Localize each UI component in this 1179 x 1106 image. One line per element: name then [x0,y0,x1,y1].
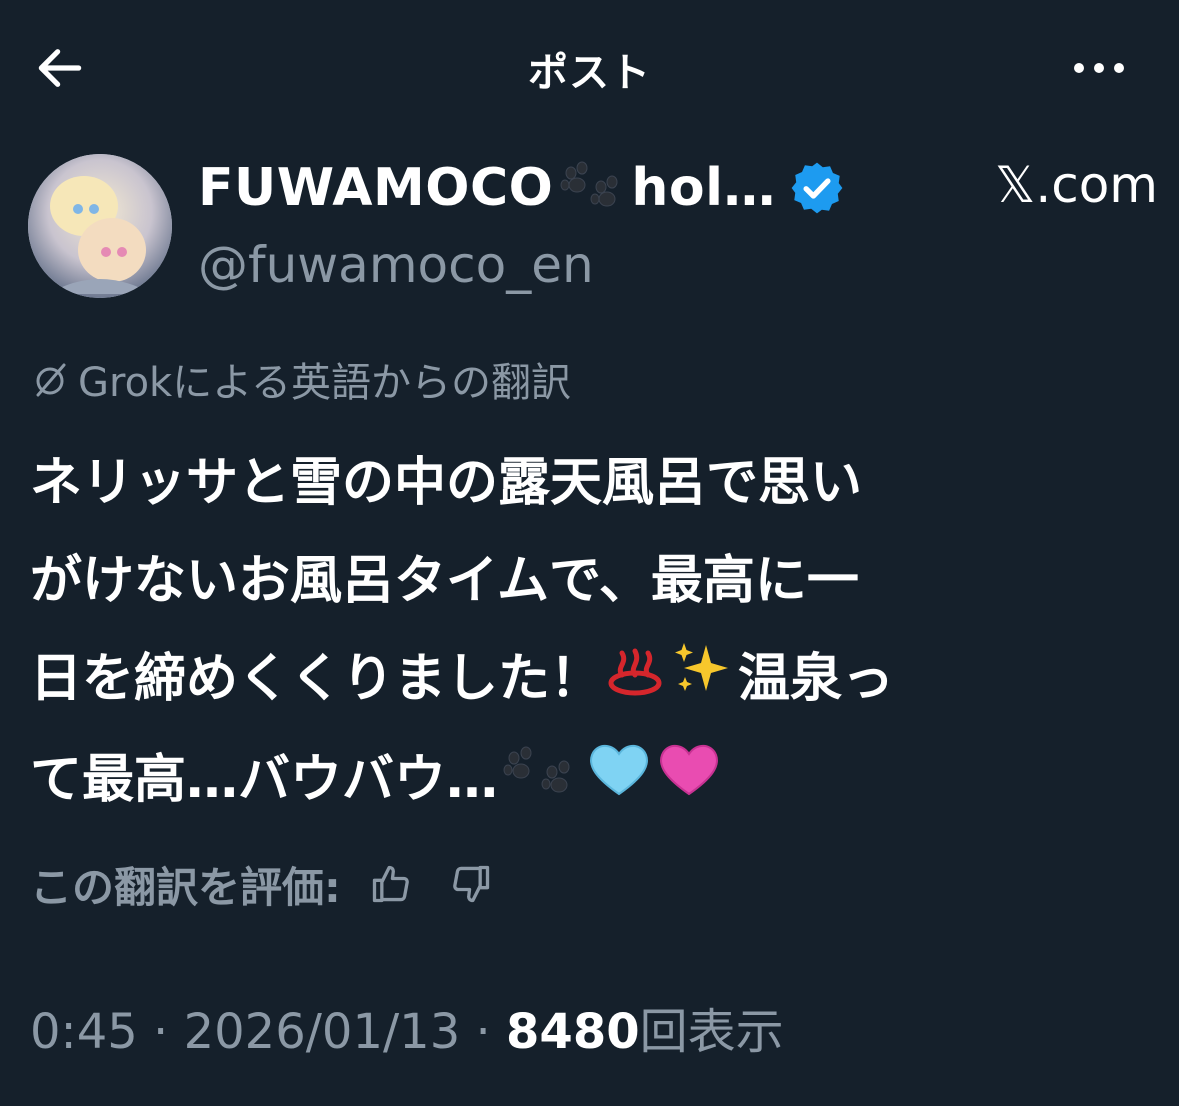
paw-emoji-icon [557,161,627,215]
meta-separator: · [460,1004,507,1060]
verified-badge-icon [788,159,846,217]
paw-emoji-icon [500,734,582,832]
tweet-line-text: 日を締めくくりました！ [30,649,603,709]
views-count: 8480 [506,1004,640,1060]
rate-translation-label: この翻訳を評価: [30,862,341,912]
more-horizontal-icon [1074,63,1124,73]
tweet-line: ネリッサと雪の中の露天風呂で思い [30,453,863,513]
thumbs-down-icon [452,865,489,903]
thumbs-up-button[interactable] [361,854,421,914]
post-date[interactable]: 2026/01/13 [184,1004,461,1060]
more-options-button[interactable] [1059,40,1139,96]
user-handle[interactable]: @fuwamoco_en [198,236,594,294]
display-name-row[interactable]: FUWAMOCO hol… [198,150,846,226]
tweet-line: 日を締めくくりました！ 温泉っ [30,630,1150,731]
light-blue-heart-emoji-icon [586,734,652,832]
tweet-line-text: て最高…バウバウ… [30,750,499,810]
tweet-line-text: 温泉っ [738,649,895,709]
views-label: 回表示 [639,1004,784,1060]
hot-springs-emoji-icon [604,633,666,731]
pink-heart-emoji-icon [656,734,722,832]
translation-label-text: Grokによる英語からの翻訳 [78,360,571,406]
page-title: ポスト [528,50,651,96]
tweet-text: ネリッサと雪の中の露天風呂で思い がけないお風呂タイムで、最高に一 日を締めくく… [30,434,1150,832]
meta-separator: · [137,1004,184,1060]
tweet-line: がけないお風呂タイムで、最高に一 [30,551,859,611]
post-time[interactable]: 0:45 [30,1004,138,1060]
author-block: FUWAMOCO hol… 𝕏.com @fuwamoco_en [28,150,1158,310]
source-label: 𝕏.com [995,156,1158,214]
top-bar: ポスト [0,0,1179,134]
tweet-line: て最高…バウバウ… [30,731,1150,832]
display-name-part-2: hol… [631,158,776,218]
sparkles-emoji-icon [670,633,736,731]
thumbs-down-button[interactable] [441,854,501,914]
avatar[interactable] [28,154,172,298]
display-name-part-1: FUWAMOCO [198,158,554,218]
grok-icon [30,359,70,399]
avatar-image [28,154,172,298]
thumbs-up-icon [372,865,409,903]
translation-label: Grokによる英語からの翻訳 [30,350,571,408]
rate-translation-row: この翻訳を評価: [30,852,501,916]
post-meta: 0:45 · 2026/01/13 · 8480回表示 [30,992,784,1062]
